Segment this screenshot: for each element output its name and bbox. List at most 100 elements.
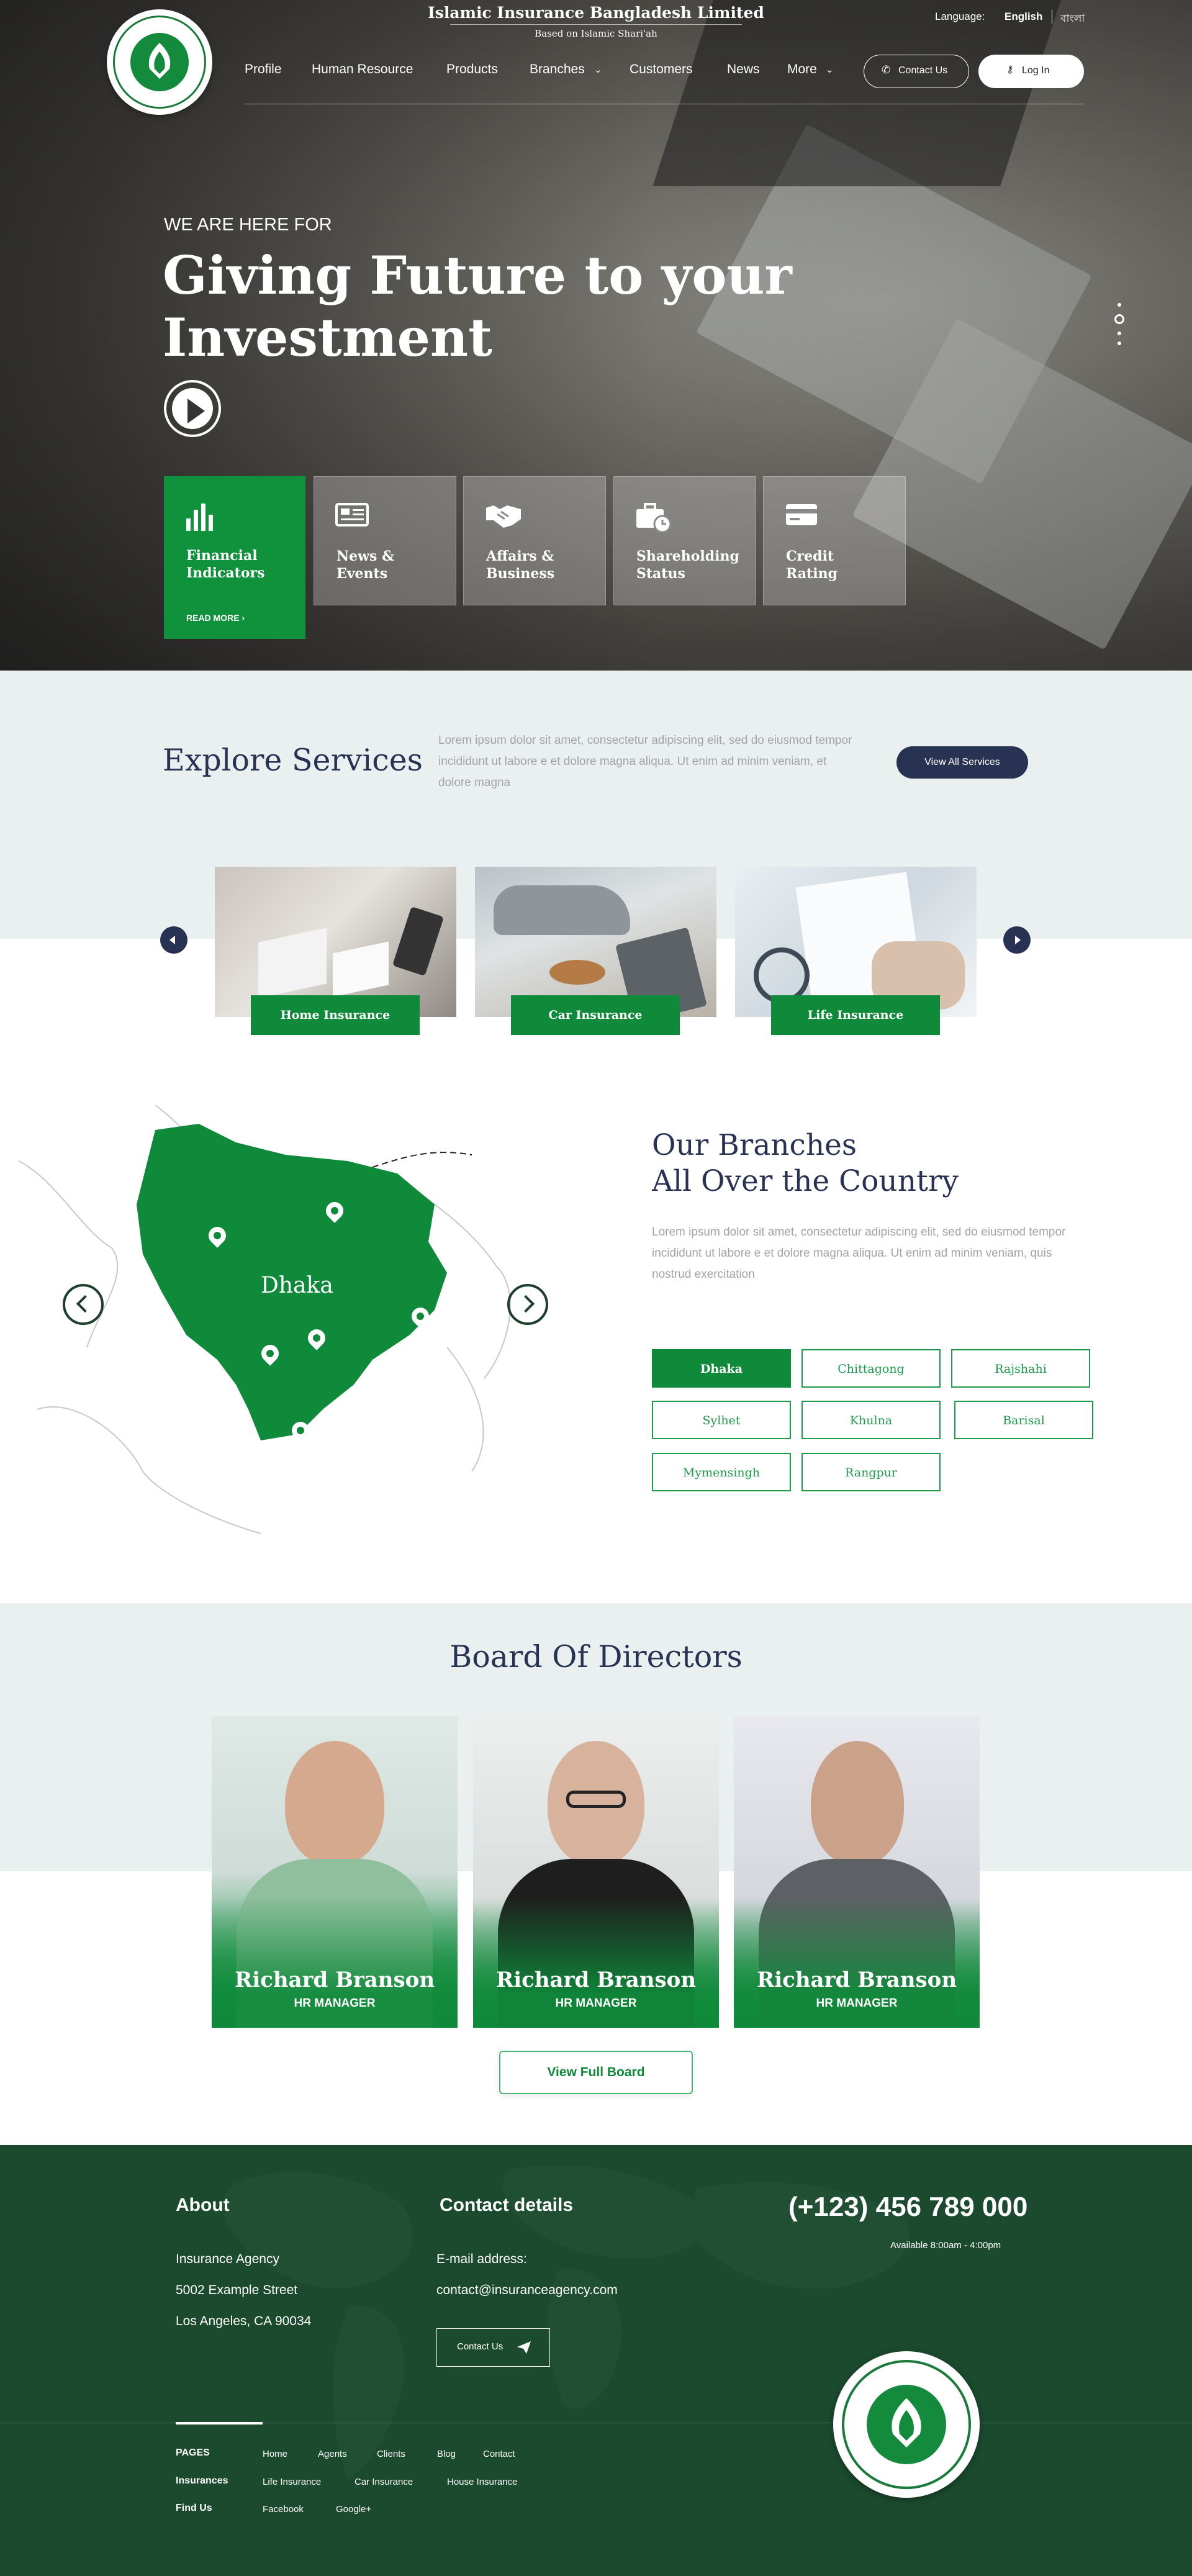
site-title: Islamic Insurance Bangladesh Limited (428, 4, 764, 22)
director-name: Richard Branson (234, 1968, 435, 1992)
footer-divider-accent (176, 2422, 263, 2425)
footer-link-contact[interactable]: Contact (483, 2449, 515, 2459)
tile-affairs-business[interactable]: Affairs & Business (463, 476, 606, 605)
branch-rajshahi-button[interactable]: Rajshahi (951, 1349, 1090, 1388)
footer-row-label: Find Us (176, 2503, 212, 2513)
tile-credit-rating[interactable]: Credit Rating (763, 476, 906, 605)
car-insurance-image[interactable] (475, 867, 716, 1017)
footer-link-life-insurance[interactable]: Life Insurance (263, 2477, 321, 2487)
nav-products[interactable]: Products (446, 62, 498, 77)
footer-link-clients[interactable]: Clients (377, 2449, 405, 2459)
logo-emblem-icon (892, 2398, 921, 2448)
footer-link-blog[interactable]: Blog (437, 2449, 456, 2459)
play-icon (187, 399, 205, 423)
chevron-down-icon: ⌄ (594, 65, 602, 75)
director-name: Richard Branson (756, 1968, 957, 1992)
slider-dot-active[interactable] (1114, 314, 1124, 324)
read-more-link[interactable]: READ MORE › (186, 613, 245, 623)
branch-mymensingh-button[interactable]: Mymensingh (652, 1453, 791, 1491)
chevron-left-icon (76, 1295, 94, 1313)
director-role: HR MANAGER (816, 1997, 898, 2010)
branch-khulna-button[interactable]: Khulna (801, 1401, 941, 1439)
logo-emblem-icon (148, 43, 171, 79)
branch-barisal-button[interactable]: Barisal (954, 1401, 1093, 1439)
hero-eyebrow: WE ARE HERE FOR (164, 215, 332, 235)
director-role: HR MANAGER (294, 1997, 376, 2010)
slider-dot[interactable] (1118, 303, 1121, 307)
map-region-label: Dhaka (261, 1273, 333, 1298)
bangladesh-map[interactable] (0, 1087, 559, 1571)
footer-link-google-plus[interactable]: Google+ (336, 2504, 371, 2515)
language-english[interactable]: English (1005, 11, 1042, 23)
footer-link-car-insurance[interactable]: Car Insurance (354, 2477, 413, 2487)
footer-phone[interactable]: (+123) 456 789 000 (788, 2192, 1027, 2223)
footer-hours: Available 8:00am - 4:00pm (890, 2240, 1001, 2251)
footer-link-agents[interactable]: Agents (318, 2449, 347, 2459)
chevron-down-icon: ⌄ (826, 65, 834, 75)
slider-dot[interactable] (1118, 341, 1121, 345)
branch-dhaka-button[interactable]: Dhaka (652, 1349, 791, 1388)
branch-rangpur-button[interactable]: Rangpur (801, 1453, 941, 1491)
director-role: HR MANAGER (555, 1997, 637, 2010)
branches-title: Our Branches All Over the Country (652, 1128, 959, 1198)
services-next-arrow[interactable] (1003, 926, 1031, 954)
nav-more[interactable]: More (787, 62, 817, 77)
footer-link-house-insurance[interactable]: House Insurance (447, 2477, 517, 2487)
contact-us-button[interactable]: ✆ Contact Us (864, 55, 969, 88)
credit-card-icon (786, 504, 817, 525)
directors-title: Board Of Directors (449, 1639, 743, 1674)
director-card[interactable]: Richard Branson HR MANAGER (734, 1716, 980, 2028)
hero-section: Islamic Insurance Bangladesh Limited Bas… (0, 0, 1192, 671)
slider-dot[interactable] (1118, 332, 1121, 335)
language-bangla[interactable]: বাংলা (1060, 11, 1085, 28)
nav-human-resource[interactable]: Human Resource (312, 62, 413, 77)
send-icon (517, 2341, 531, 2354)
nav-news[interactable]: News (727, 62, 760, 77)
home-insurance-button[interactable]: Home Insurance (251, 995, 420, 1035)
director-card[interactable]: Richard Branson HR MANAGER (473, 1716, 719, 2028)
tile-financial-indicators[interactable]: Financial Indicators READ MORE › (164, 476, 305, 639)
tile-shareholding-status[interactable]: Shareholding Status (613, 476, 756, 605)
branch-sylhet-button[interactable]: Sylhet (652, 1401, 791, 1439)
phone-icon: ✆ (882, 64, 891, 76)
car-insurance-button[interactable]: Car Insurance (511, 995, 680, 1035)
director-photo (811, 1741, 904, 1865)
tile-news-events[interactable]: News & Events (314, 476, 456, 605)
map-prev-arrow[interactable] (63, 1284, 104, 1325)
footer-contact-title: Contact details (440, 2195, 574, 2215)
handshake-icon (486, 505, 521, 528)
contact-button-label: Contact Us (898, 65, 948, 76)
footer-about-line: Los Angeles, CA 90034 (176, 2314, 312, 2328)
play-video-button[interactable] (164, 380, 221, 437)
director-card[interactable]: Richard Branson HR MANAGER (212, 1716, 458, 2028)
footer-link-facebook[interactable]: Facebook (263, 2504, 304, 2515)
director-photo (285, 1741, 384, 1865)
view-all-services-button[interactable]: View All Services (896, 746, 1028, 779)
newspaper-icon (335, 503, 369, 526)
nav-profile[interactable]: Profile (245, 62, 282, 77)
footer-contact-button[interactable]: Contact Us (436, 2328, 550, 2367)
hero-headline-line2: Investment (163, 307, 492, 368)
key-icon: ⚷ (1006, 65, 1014, 75)
home-insurance-image[interactable] (215, 867, 456, 1017)
branch-chittagong-button[interactable]: Chittagong (801, 1349, 941, 1388)
nav-branches[interactable]: Branches (530, 62, 585, 77)
nav-customers[interactable]: Customers (630, 62, 693, 77)
branches-description: Lorem ipsum dolor sit amet, consectetur … (652, 1226, 1066, 1281)
briefcase-clock-icon (636, 503, 672, 533)
footer-email-link[interactable]: contact@insuranceagency.com (436, 2283, 618, 2298)
services-description: Lorem ipsum dolor sit amet, consectetur … (438, 734, 852, 789)
life-insurance-image[interactable] (735, 867, 977, 1017)
login-button-label: Log In (1022, 65, 1050, 76)
life-insurance-button[interactable]: Life Insurance (771, 995, 940, 1035)
view-full-board-button[interactable]: View Full Board (499, 2051, 693, 2094)
login-button[interactable]: ⚷ Log In (978, 55, 1084, 88)
footer-logo[interactable] (833, 2351, 980, 2498)
title-divider (450, 24, 742, 25)
map-next-arrow[interactable] (507, 1284, 548, 1325)
company-logo[interactable] (107, 9, 212, 115)
footer-link-home[interactable]: Home (263, 2449, 287, 2459)
services-prev-arrow[interactable] (160, 926, 187, 954)
services-title: Explore Services (163, 743, 423, 778)
footer-about-title: About (176, 2195, 230, 2215)
